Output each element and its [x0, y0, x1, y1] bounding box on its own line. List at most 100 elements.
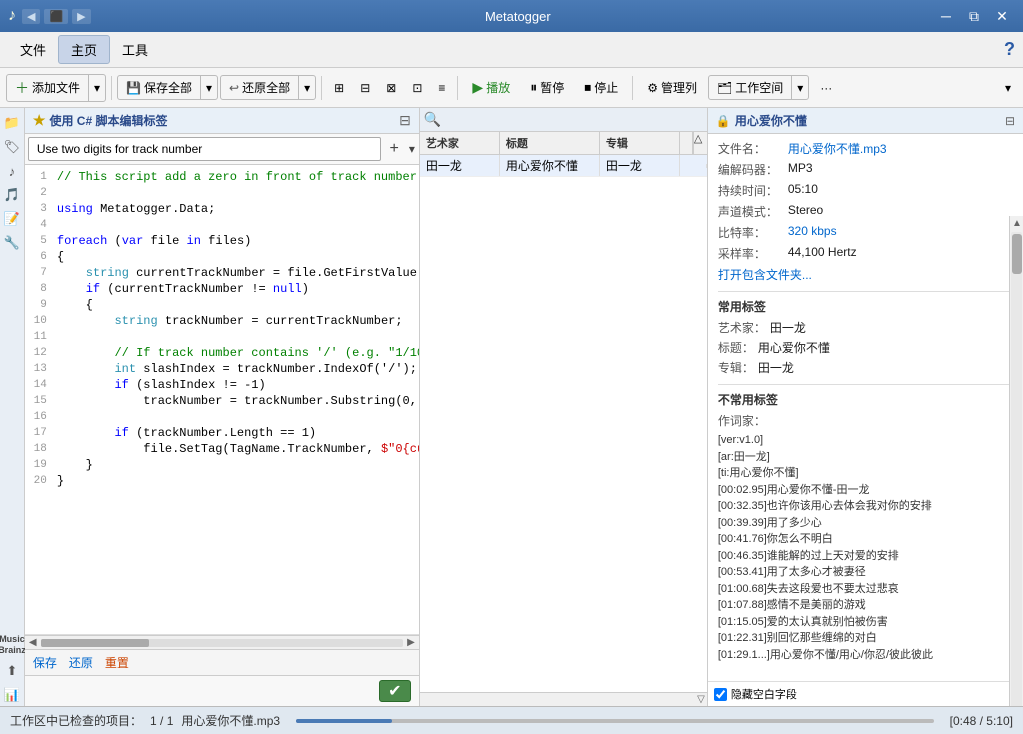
file-list-body[interactable]: 田一龙 用心爱你不懂 田一龙 [420, 155, 707, 692]
workspace-button[interactable]: 🗂 工作空间 [709, 76, 792, 99]
sidebar-icon-8[interactable]: 📊 [1, 684, 23, 706]
script-name-input[interactable] [28, 137, 381, 161]
properties-pin[interactable]: ⊟ [1005, 114, 1015, 128]
script-panel-close[interactable]: ⊟ [399, 112, 411, 129]
code-line-16: 16 [25, 409, 419, 425]
script-panel: ★ 使用 C# 脚本编辑标签 ⊟ + ▾ 1 // This script ad… [25, 108, 420, 706]
script-add-button[interactable]: + [384, 136, 405, 162]
save-all-button[interactable]: 💾 保存全部 [118, 76, 201, 99]
file-list-down-arrow[interactable]: ▽ [697, 694, 707, 705]
tag-artist: 艺术家： 田一龙 [718, 319, 1013, 336]
code-line-11: 11 [25, 329, 419, 345]
uncommon-tags-header: 不常用标签 [718, 384, 1013, 408]
play-icon: ▶ [472, 79, 483, 96]
code-line-3: 3 using Metatogger.Data; [25, 201, 419, 217]
code-line-18: 18 file.SetTag(TagName.TrackNumber, $"0{… [25, 441, 419, 457]
table-row[interactable]: 田一龙 用心爱你不懂 田一龙 [420, 155, 707, 177]
sep-1 [111, 76, 112, 100]
menu-file[interactable]: 文件 [8, 36, 58, 63]
sidebar-icon-5[interactable]: 📝 [1, 208, 23, 230]
restore-dropdown[interactable]: ▾ [299, 78, 315, 98]
code-line-5: 5 foreach (var file in files) [25, 233, 419, 249]
close-button[interactable]: ✕ [989, 6, 1015, 26]
code-editor-area: 1 // This script add a zero in front of … [25, 165, 419, 635]
run-button[interactable]: ✔ [379, 680, 411, 702]
right-scroll: ▲ ▼ [1009, 216, 1023, 706]
view-mode-5[interactable]: ≡ [431, 76, 452, 100]
view-mode-3[interactable]: ⊠ [379, 76, 403, 100]
main-area: 📁 🏷 ♪ 🎵 📝 🔧 MusicBrainz ⬆ 📊 ★ 使用 C# 脚本编辑… [0, 108, 1023, 706]
row-artist: 田一龙 [420, 155, 500, 176]
workspace-dropdown[interactable]: ▾ [792, 78, 808, 98]
row-extra [680, 164, 707, 168]
script-panel-title: ★ 使用 C# 脚本编辑标签 [33, 112, 168, 129]
restore-link[interactable]: 还原 [69, 654, 93, 671]
help-button[interactable]: ? [1004, 39, 1015, 60]
status-progress-fill [296, 719, 392, 723]
titlebar-btn-1[interactable]: ◀ [22, 9, 40, 24]
save-group: 💾 保存全部 ▾ [117, 75, 218, 100]
lyric-line-12: [01:22.31]别回忆那些缠绵的对白 [718, 630, 1013, 647]
status-time: [0:48 / 5:10] [950, 714, 1013, 728]
search-icon[interactable]: 🔍 [424, 111, 441, 128]
file-list-scroll-bottom: ▽ [420, 692, 707, 706]
save-link[interactable]: 保存 [33, 654, 57, 671]
titlebar-btn-3[interactable]: ▶ [72, 9, 90, 24]
view-mode-1[interactable]: ⊞ [327, 76, 351, 100]
menu-home[interactable]: 主页 [58, 35, 110, 64]
code-editor[interactable]: 1 // This script add a zero in front of … [25, 165, 419, 493]
restore-button[interactable]: ↩ 还原全部 [221, 76, 299, 99]
code-line-7: 7 string currentTrackNumber = file.GetFi… [25, 265, 419, 281]
more-button[interactable]: ··· [811, 77, 841, 99]
view-mode-2[interactable]: ⊟ [353, 76, 377, 100]
code-line-17: 17 if (trackNumber.Length == 1) [25, 425, 419, 441]
hide-empty-checkbox[interactable] [714, 688, 727, 701]
right-scroll-thumb[interactable] [1012, 234, 1022, 274]
status-progress [296, 719, 934, 723]
view-mode-4[interactable]: ⊡ [405, 76, 429, 100]
code-line-20: 20 } [25, 473, 419, 489]
add-file-button[interactable]: ＋ 添加文件 [7, 75, 89, 101]
stop-button[interactable]: ⏹ 停止 [575, 75, 627, 100]
h-scroll-right[interactable]: ▶ [405, 637, 417, 648]
pause-button[interactable]: ⏸ 暂停 [521, 75, 573, 100]
col-artist: 艺术家 [420, 132, 500, 154]
code-h-scroll[interactable]: ◀ ▶ [25, 635, 419, 649]
prop-open-folder[interactable]: 打开包含文件夹... [718, 266, 1013, 283]
lyric-line-9: [01:00.68]失去这段爱也不要太过悲哀 [718, 581, 1013, 598]
sidebar-icon-7[interactable]: ⬆ [1, 660, 23, 682]
script-dropdown-button[interactable]: ▾ [405, 138, 419, 160]
hide-empty-row: 隐藏空白字段 [708, 681, 1023, 706]
maximize-button[interactable]: ⧉ [961, 6, 987, 26]
right-scroll-up[interactable]: ▲ [1010, 216, 1023, 231]
toolbar: ＋ 添加文件 ▾ 💾 保存全部 ▾ ↩ 还原全部 ▾ ⊞ ⊟ ⊠ ⊡ ≡ ▶ 播… [0, 68, 1023, 108]
sidebar-icon-3[interactable]: ♪ [1, 160, 23, 182]
play-button[interactable]: ▶ 播放 [463, 75, 519, 100]
add-icon: ＋ [15, 78, 29, 98]
lyric-line-6: [00:41.76]你怎么不明白 [718, 531, 1013, 548]
toolbar-expand-button[interactable]: ▾ [999, 78, 1017, 98]
save-dropdown[interactable]: ▾ [201, 78, 217, 98]
minimize-button[interactable]: ─ [933, 6, 959, 26]
sidebar-icon-4[interactable]: 🎵 [1, 184, 23, 206]
col-scroll-up[interactable]: △ [693, 132, 707, 154]
stop-icon: ⏹ [584, 79, 591, 96]
titlebar-btn-2[interactable]: ⬛ [44, 9, 68, 24]
file-list-panel: 🔍 艺术家 标题 专辑 △ 田一龙 用心爱你不懂 田一龙 ▽ [420, 108, 708, 706]
musicbrainz-icon[interactable]: MusicBrainz [1, 632, 23, 658]
h-scroll-left[interactable]: ◀ [27, 637, 39, 648]
editor-footer: 保存 还原 重置 [25, 649, 419, 675]
sidebar-icon-1[interactable]: 📁 [1, 112, 23, 134]
add-file-dropdown[interactable]: ▾ [89, 78, 105, 98]
restore-group: ↩ 还原全部 ▾ [220, 75, 316, 100]
manage-col-button[interactable]: ⚙ 管理列 [638, 75, 706, 100]
sidebar-icon-2[interactable]: 🏷 [1, 136, 23, 158]
reset-link[interactable]: 重置 [105, 654, 129, 671]
lyric-line-4: [00:32.35]也许你该用心去体会我对你的安排 [718, 498, 1013, 515]
menu-tools[interactable]: 工具 [110, 36, 160, 63]
prop-encoder: 编解码器： MP3 [718, 161, 1013, 178]
code-line-9: 9 { [25, 297, 419, 313]
save-icon: 💾 [126, 81, 141, 95]
sidebar-icon-6[interactable]: 🔧 [1, 232, 23, 254]
code-line-4: 4 [25, 217, 419, 233]
